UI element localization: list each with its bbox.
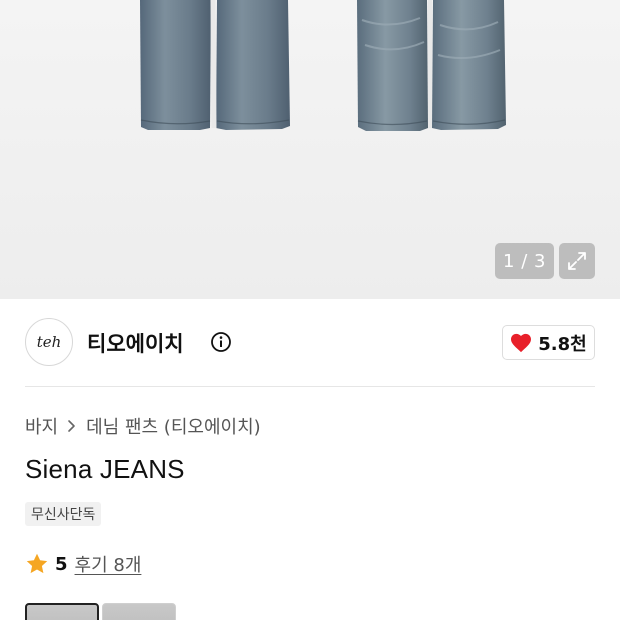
option-thumb-1[interactable] [25,603,99,620]
like-button[interactable]: 5.8천 [502,325,595,360]
brand-row: teh 티오에이치 5.8천 [25,318,595,368]
exclusive-badge: 무신사단독 [25,502,102,526]
rating-value: 5 [55,553,68,575]
divider [25,386,595,387]
jeans-right-leg-2 [432,0,506,130]
rating: 5 후기 8개 [25,551,141,577]
breadcrumb-category[interactable]: 바지 [25,413,58,439]
brand-name[interactable]: 티오에이치 [87,328,184,358]
expand-icon [568,252,586,270]
product-image-carousel[interactable]: 1 / 3 [0,0,620,299]
breadcrumb-subcategory[interactable]: 데님 팬츠 (티오에이치) [86,413,261,439]
chevron-right-icon [68,420,75,432]
info-icon[interactable] [210,331,232,353]
like-count: 5.8천 [538,333,587,355]
breadcrumb: 바지 데님 팬츠 (티오에이치) [25,413,261,439]
jeans-left-leg-2 [216,0,290,130]
jeans-left-leg-1 [140,0,211,130]
option-thumb-2[interactable] [102,603,176,620]
heart-icon [511,333,532,352]
review-count-link[interactable]: 후기 8개 [75,551,142,577]
star-icon [26,553,48,574]
image-pager: 1 / 3 [495,243,554,279]
product-title: Siena JEANS [25,454,185,484]
brand-logo[interactable]: teh [25,318,73,366]
expand-button[interactable] [559,243,595,279]
